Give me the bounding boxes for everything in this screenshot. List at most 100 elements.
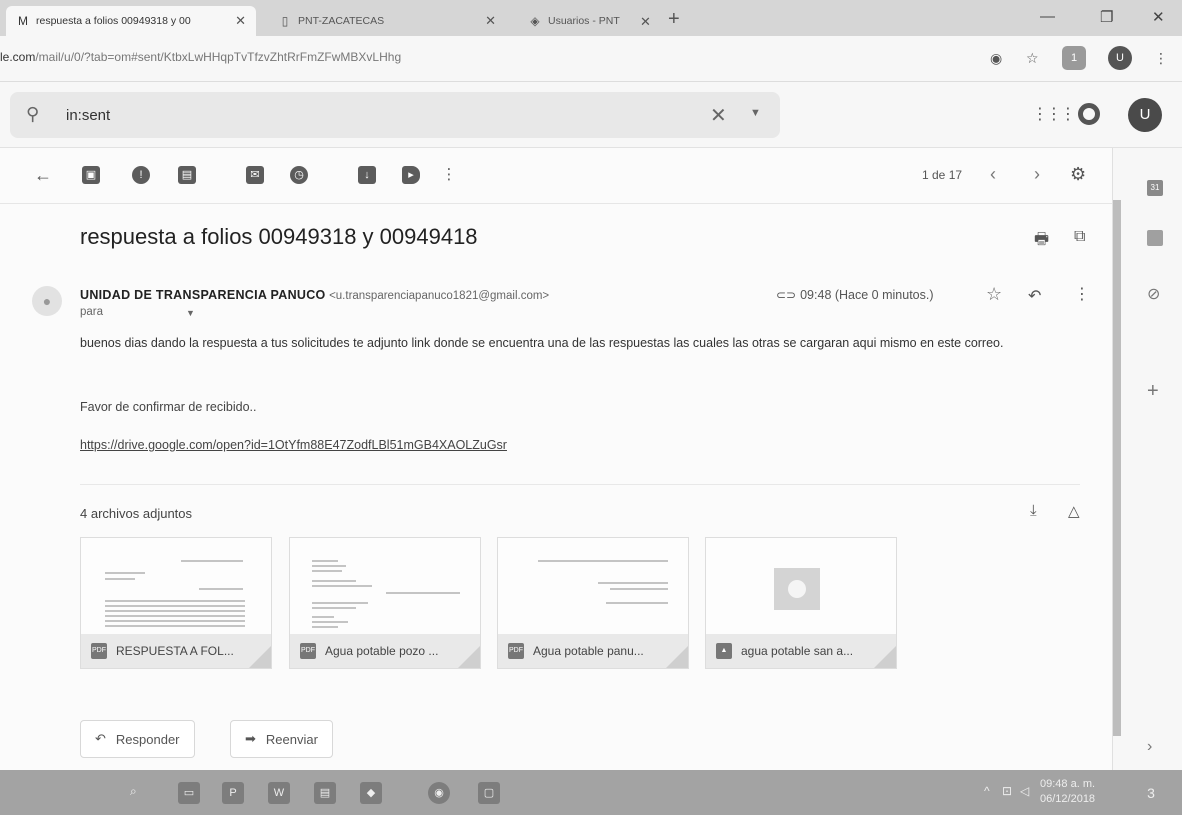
search-bar[interactable]: ⚲ ✕ ▼ bbox=[10, 92, 780, 138]
forward-button[interactable]: ➡ Reenviar bbox=[230, 720, 333, 758]
chrome-icon[interactable]: ◉ bbox=[428, 782, 450, 804]
tasks-icon[interactable]: ⊘ bbox=[1147, 284, 1160, 304]
attachment-name: Agua potable pozo ... bbox=[325, 644, 439, 658]
browser-menu-icon[interactable]: ⋮ bbox=[1154, 50, 1168, 67]
attachment-name: RESPUESTA A FOL... bbox=[116, 644, 234, 658]
message-more-icon[interactable]: ⋮ bbox=[1074, 284, 1090, 304]
print-icon[interactable]: 🖶 bbox=[1034, 228, 1049, 255]
reply-button[interactable]: ↶ Responder bbox=[80, 720, 195, 758]
gmail-icon: M bbox=[18, 14, 28, 28]
more-options-icon[interactable]: ⋮ bbox=[440, 166, 458, 184]
tab-gmail[interactable]: M respuesta a folios 00949318 y 00 ✕ bbox=[6, 6, 256, 36]
label-icon[interactable]: ▸ bbox=[402, 166, 420, 184]
tab-usuarios-pnt[interactable]: ◈ Usuarios - PNT bbox=[518, 6, 658, 36]
close-icon[interactable]: ✕ bbox=[640, 14, 651, 30]
url-text[interactable]: le.com/mail/u/0/?tab=om#sent/KtbxLwHHqpT… bbox=[0, 50, 401, 64]
sender-avatar: ● bbox=[32, 286, 62, 316]
page-fold bbox=[249, 646, 271, 668]
account-avatar[interactable]: U bbox=[1128, 98, 1162, 132]
side-panel: 31 ⊘ + › bbox=[1112, 148, 1182, 770]
clock-time: 09:48 a. m. bbox=[1040, 778, 1096, 790]
microphone-icon[interactable]: ⌕ bbox=[130, 784, 137, 799]
search-icon[interactable]: ⚲ bbox=[26, 104, 39, 125]
archive-icon[interactable]: ▣ bbox=[82, 166, 100, 184]
attachment-card[interactable]: ▲ agua potable san a... bbox=[705, 537, 897, 669]
powerpoint-icon[interactable]: P bbox=[222, 782, 244, 804]
extension-icon[interactable]: 1 bbox=[1062, 46, 1086, 70]
attachment-bar: ▲ agua potable san a... bbox=[706, 634, 896, 668]
search-input[interactable] bbox=[66, 104, 666, 126]
scrollbar[interactable] bbox=[1113, 200, 1121, 736]
network-icon[interactable]: ⊡ bbox=[1002, 784, 1012, 798]
chevron-right-icon[interactable]: › bbox=[1034, 164, 1040, 185]
delete-icon[interactable]: ▤ bbox=[178, 166, 196, 184]
attachment-preview bbox=[706, 538, 896, 634]
mark-unread-icon[interactable]: ✉ bbox=[246, 166, 264, 184]
close-icon[interactable]: ✕ bbox=[235, 13, 246, 29]
open-in-new-window-icon[interactable]: ⧉ bbox=[1074, 228, 1085, 246]
task-view-icon[interactable]: ▭ bbox=[178, 782, 200, 804]
email-body: buenos dias dando la respuesta a tus sol… bbox=[80, 336, 1004, 350]
chevron-left-icon[interactable]: ‹ bbox=[990, 164, 996, 185]
apps-grid-icon[interactable]: ⋮⋮⋮ bbox=[1032, 104, 1076, 124]
action-center-icon[interactable]: 3 bbox=[1140, 782, 1162, 804]
volume-icon[interactable]: ◁ bbox=[1020, 784, 1029, 798]
image-placeholder-icon bbox=[774, 568, 820, 610]
browser-tab-strip: M respuesta a folios 00949318 y 00 ✕ ▯ P… bbox=[0, 0, 1182, 36]
eye-icon[interactable]: ◉ bbox=[990, 50, 1002, 67]
search-options-icon[interactable]: ▼ bbox=[750, 107, 761, 119]
add-addon-icon[interactable]: + bbox=[1147, 380, 1159, 403]
page-icon: ▯ bbox=[281, 14, 289, 28]
calendar-icon[interactable]: 31 bbox=[1147, 180, 1163, 196]
back-arrow-icon[interactable]: ← bbox=[34, 166, 52, 184]
gear-icon[interactable]: ⚙ bbox=[1070, 164, 1086, 185]
attachment-bar: PDF RESPUESTA A FOL... bbox=[81, 634, 271, 668]
move-to-icon[interactable]: ↓ bbox=[358, 166, 376, 184]
download-all-icon[interactable]: ⤓ bbox=[1030, 502, 1037, 519]
close-icon[interactable]: ✕ bbox=[485, 13, 496, 29]
attachment-preview bbox=[81, 538, 271, 634]
tab-pnt-zacatecas[interactable]: ▯ PNT-ZACATECAS ✕ bbox=[268, 6, 506, 36]
restore-icon[interactable]: ❐ bbox=[1100, 8, 1113, 26]
reply-arrow-icon: ↶ bbox=[95, 731, 106, 746]
star-bookmark-icon[interactable]: ☆ bbox=[1026, 50, 1039, 67]
show-details-icon[interactable]: ▼ bbox=[186, 308, 195, 318]
windows-taskbar: ⌕ ▭ P W ▤ ◆ ◉ ▢ ^ ⊡ ◁ 09:48 a. m. 06/12/… bbox=[0, 770, 1182, 815]
attachment-name: agua potable san a... bbox=[741, 644, 854, 658]
attachment-card[interactable]: PDF Agua potable panu... bbox=[497, 537, 689, 669]
snooze-icon[interactable]: ◷ bbox=[290, 166, 308, 184]
reply-icon[interactable]: ↶ bbox=[1028, 286, 1041, 306]
keep-icon[interactable] bbox=[1147, 230, 1163, 246]
address-bar[interactable]: le.com/mail/u/0/?tab=om#sent/KtbxLwHHqpT… bbox=[0, 36, 1182, 82]
minimize-icon[interactable]: — bbox=[1040, 8, 1055, 25]
report-spam-icon[interactable]: ! bbox=[132, 166, 150, 184]
app-icon[interactable]: ◆ bbox=[360, 782, 382, 804]
expand-panel-icon[interactable]: › bbox=[1147, 738, 1152, 756]
system-clock[interactable]: 09:48 a. m. 06/12/2018 bbox=[1040, 777, 1095, 807]
email-toolbar: ← ▣ ! ▤ ✉ ◷ ↓ ▸ ⋮ 1 de 17 ‹ › ⚙ bbox=[0, 148, 1112, 204]
pager-count: 1 de 17 bbox=[922, 168, 963, 182]
new-tab-button[interactable]: + bbox=[668, 8, 680, 31]
window-close-icon[interactable]: ✕ bbox=[1152, 8, 1165, 26]
browser-profile-avatar[interactable]: U bbox=[1108, 46, 1132, 70]
attachment-preview bbox=[498, 538, 688, 634]
url-path: /mail/u/0/?tab=om#sent/KtbxLwHHqpTvTfzvZ… bbox=[35, 50, 402, 64]
word-icon[interactable]: W bbox=[268, 782, 290, 804]
tray-chevron-icon[interactable]: ^ bbox=[984, 784, 990, 798]
pdf-file-icon: PDF bbox=[508, 643, 524, 659]
notifications-icon[interactable] bbox=[1078, 103, 1100, 125]
page-fold bbox=[874, 646, 896, 668]
pdf-reader-icon[interactable]: ▢ bbox=[478, 782, 500, 804]
save-to-drive-icon[interactable]: △ bbox=[1068, 502, 1080, 520]
attachment-card[interactable]: PDF RESPUESTA A FOL... bbox=[80, 537, 272, 669]
forward-label: Reenviar bbox=[265, 731, 318, 747]
recipient-label: para bbox=[80, 306, 104, 318]
sender-email: <u.transparenciapanuco1821@gmail.com> bbox=[329, 290, 550, 302]
drive-link[interactable]: https://drive.google.com/open?id=1OtYfm8… bbox=[80, 438, 507, 452]
clear-search-icon[interactable]: ✕ bbox=[710, 103, 727, 128]
star-icon[interactable]: ☆ bbox=[986, 284, 1002, 305]
email-time-text: 09:48 (Hace 0 minutos.) bbox=[800, 288, 934, 302]
file-explorer-icon[interactable]: ▤ bbox=[314, 782, 336, 804]
attachment-card[interactable]: PDF Agua potable pozo ... bbox=[289, 537, 481, 669]
pnt-logo-icon: ◈ bbox=[530, 14, 540, 28]
